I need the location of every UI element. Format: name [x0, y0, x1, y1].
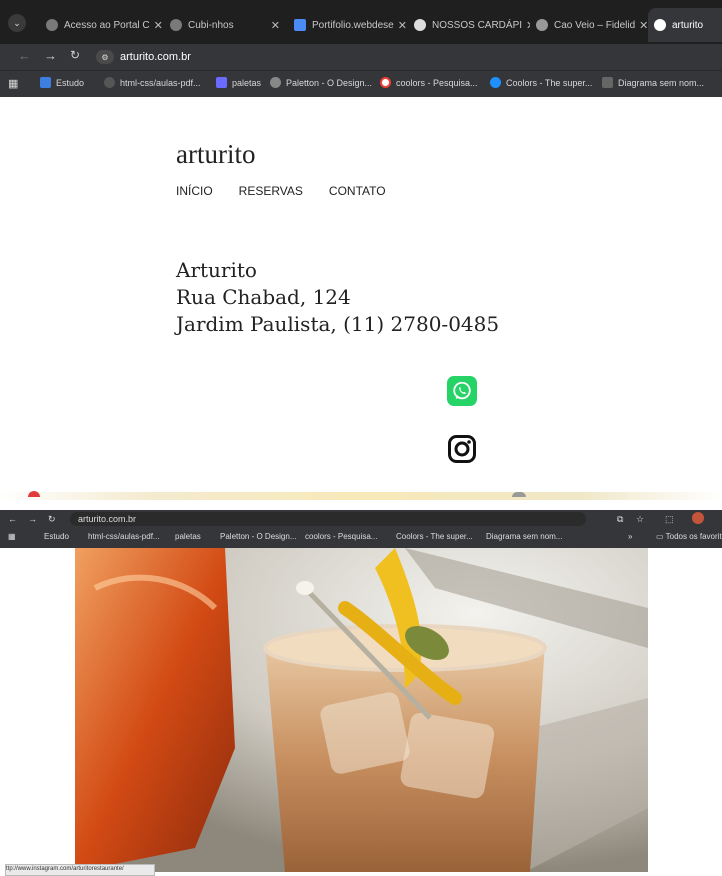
bookmark-coolors-search[interactable]: coolors - Pesquisa...: [305, 532, 377, 541]
dog-icon: [536, 19, 548, 31]
close-tab-icon[interactable]: ✕: [394, 19, 407, 32]
globe-icon: [170, 19, 182, 31]
bookmark-diagrama[interactable]: Diagrama sem nom...: [602, 77, 704, 88]
bookmark-estudo[interactable]: Estudo: [44, 532, 69, 541]
reload-icon[interactable]: ↻: [70, 48, 80, 62]
tab-1[interactable]: Cubi-nhos ✕: [164, 8, 286, 42]
whatsapp-icon[interactable]: [447, 376, 477, 406]
bookmark-html-css[interactable]: html-css/aulas-pdf...: [88, 532, 160, 541]
menu-inicio[interactable]: INÍCIO: [176, 184, 213, 198]
menu-contato[interactable]: CONTATO: [329, 184, 386, 198]
web-page: arturito INÍCIO RESERVAS CONTATO Arturit…: [0, 97, 722, 492]
bookmarks-bar: ▦ Estudo html-css/aulas-pdf... paletas P…: [0, 70, 722, 97]
site-info-icon[interactable]: ⚙: [96, 50, 114, 64]
apps-icon[interactable]: ▦: [8, 77, 18, 90]
bookmark-coolors-search[interactable]: coolors - Pesquisa...: [380, 77, 478, 88]
tab-3[interactable]: NOSSOS CARDÁPI✕: [408, 8, 530, 42]
forward-icon[interactable]: →: [44, 48, 57, 63]
more-bookmarks-button[interactable]: »: [628, 532, 632, 541]
docs-icon: [294, 19, 306, 31]
bookmark-coolors[interactable]: Coolors - The super...: [396, 532, 473, 541]
folder-icon: [40, 77, 51, 88]
bookmark-paletas[interactable]: paletas: [216, 77, 261, 88]
url-text: arturito.com.br: [120, 51, 191, 63]
page-divider-strip: [0, 491, 722, 500]
back-icon[interactable]: ←: [8, 514, 17, 524]
diagram-icon: [602, 77, 613, 88]
coolors-icon: [490, 77, 501, 88]
forward-icon[interactable]: →: [28, 514, 37, 524]
bookmark-html-css[interactable]: html-css/aulas-pdf...: [104, 77, 201, 88]
close-tab-icon[interactable]: ✕: [267, 19, 280, 32]
extensions-icon[interactable]: ⬚: [665, 514, 674, 525]
cocktail-photo: [75, 548, 648, 872]
address-block: Arturito Rua Chabad, 124 Jardim Paulista…: [176, 257, 499, 338]
address-name: Arturito: [176, 258, 257, 282]
translate-icon[interactable]: ⧉: [617, 514, 623, 525]
bookmark-paletton[interactable]: Paletton - O Design...: [270, 77, 372, 88]
github-icon: [104, 77, 115, 88]
address-street: Rua Chabad, 124: [176, 285, 351, 309]
site-logo-icon: [654, 19, 666, 31]
apps-icon[interactable]: ▦: [8, 532, 16, 541]
google-icon: [380, 77, 391, 88]
close-tab-icon[interactable]: ✕: [522, 19, 530, 32]
bookmark-coolors[interactable]: Coolors - The super...: [490, 77, 592, 88]
instagram-icon[interactable]: [447, 434, 477, 464]
reload-icon[interactable]: ↻: [48, 514, 56, 525]
globe-icon: [414, 19, 426, 31]
decorative-shape: [512, 492, 526, 497]
globe-icon: [46, 19, 58, 31]
address-district-phone: Jardim Paulista, (11) 2780-0485: [176, 312, 500, 336]
address-bar-2[interactable]: arturito.com.br: [70, 512, 586, 526]
navigation-bar: ← → ↻ ⚙ arturito.com.br: [0, 44, 722, 70]
url-text-2: arturito.com.br: [78, 514, 137, 524]
tab-2[interactable]: Portifolio.webdese ✕: [288, 8, 408, 42]
tab-4[interactable]: Cao Veio – Fidelid ✕: [530, 8, 652, 42]
tab-search-button[interactable]: ⌄: [8, 14, 26, 32]
address-bar[interactable]: ⚙ arturito.com.br: [96, 47, 706, 67]
bookmark-paletas[interactable]: paletas: [175, 532, 201, 541]
bookmark-diagrama[interactable]: Diagrama sem nom...: [486, 532, 562, 541]
close-tab-icon[interactable]: ✕: [150, 19, 162, 32]
close-tab-icon[interactable]: ✕: [635, 19, 648, 32]
bookmark-estudo[interactable]: Estudo: [40, 77, 84, 88]
navigation-bar-2: ← → ↻ arturito.com.br ⧉ ☆ ⬚: [0, 510, 722, 528]
main-menu: INÍCIO RESERVAS CONTATO: [176, 184, 386, 198]
back-icon[interactable]: ←: [18, 48, 31, 63]
tab-0[interactable]: Acesso ao Portal C ✕: [40, 8, 162, 42]
status-bar-url: ttp://www.instagram.com/arturitorestaura…: [5, 864, 155, 876]
profile-icon[interactable]: [692, 512, 704, 524]
tab-5[interactable]: arturito: [648, 8, 722, 42]
site-logo[interactable]: arturito: [176, 139, 255, 170]
palette-icon: [216, 77, 227, 88]
menu-reservas[interactable]: RESERVAS: [239, 184, 303, 198]
decorative-shape: [28, 491, 40, 497]
tab-bar: ⌄ Acesso ao Portal C ✕ Cubi-nhos ✕ Portifo…: [0, 0, 722, 44]
bookmark-paletton[interactable]: Paletton - O Design...: [220, 532, 296, 541]
bookmarks-bar-2: ▦ Estudo html-css/aulas-pdf... paletas P…: [0, 528, 722, 548]
paletton-icon: [270, 77, 281, 88]
star-icon[interactable]: ☆: [636, 514, 644, 525]
all-favorites-folder[interactable]: ▭ Todos os favoritos: [656, 532, 722, 541]
